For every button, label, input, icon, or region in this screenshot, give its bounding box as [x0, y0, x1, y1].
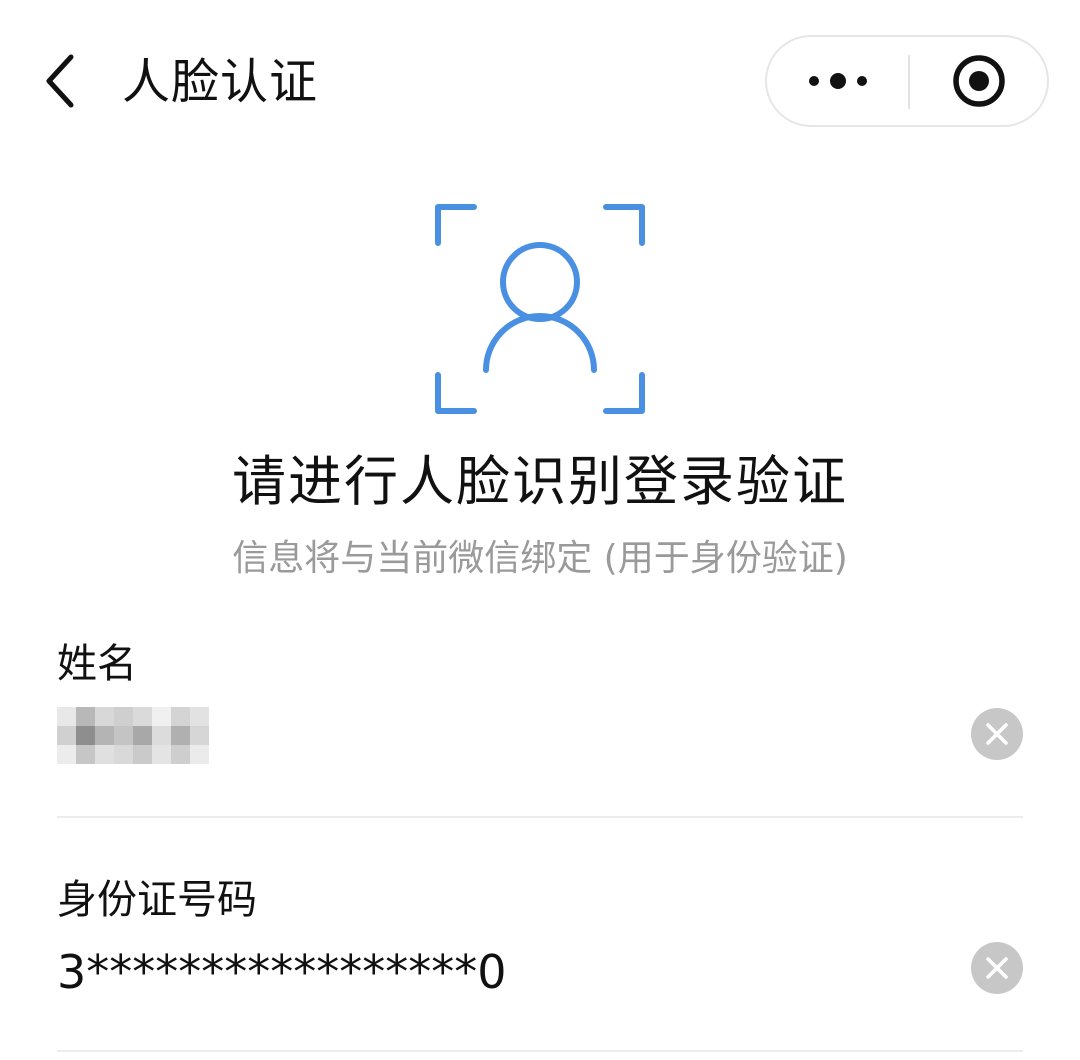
field-divider — [57, 816, 1023, 818]
id-number-value[interactable]: 3*****************0 — [57, 944, 507, 1000]
field-divider — [57, 1050, 1023, 1052]
more-button[interactable] — [767, 37, 908, 125]
target-circle-icon — [952, 55, 1005, 107]
clear-id-button[interactable] — [971, 942, 1023, 994]
subtitle: 信息将与当前微信绑定 (用于身份验证) — [232, 538, 848, 579]
chevron-left-icon — [46, 54, 74, 108]
clear-name-button[interactable] — [971, 708, 1023, 760]
name-value-pixelated[interactable] — [57, 707, 209, 764]
mini-program-capsule — [765, 35, 1049, 127]
nav-bar: 人脸认证 — [0, 0, 1080, 165]
face-recognition-icon — [435, 204, 645, 414]
page-title: 人脸认证 — [122, 54, 319, 110]
back-button[interactable] — [30, 48, 90, 114]
id-number-label: 身份证号码 — [57, 877, 257, 923]
clear-x-icon — [986, 723, 1008, 745]
more-dots-icon — [808, 73, 867, 89]
close-mini-program-button[interactable] — [910, 37, 1047, 125]
name-label: 姓名 — [57, 641, 137, 687]
clear-x-icon — [986, 957, 1008, 979]
headline: 请进行人脸识别登录验证 — [232, 450, 848, 513]
